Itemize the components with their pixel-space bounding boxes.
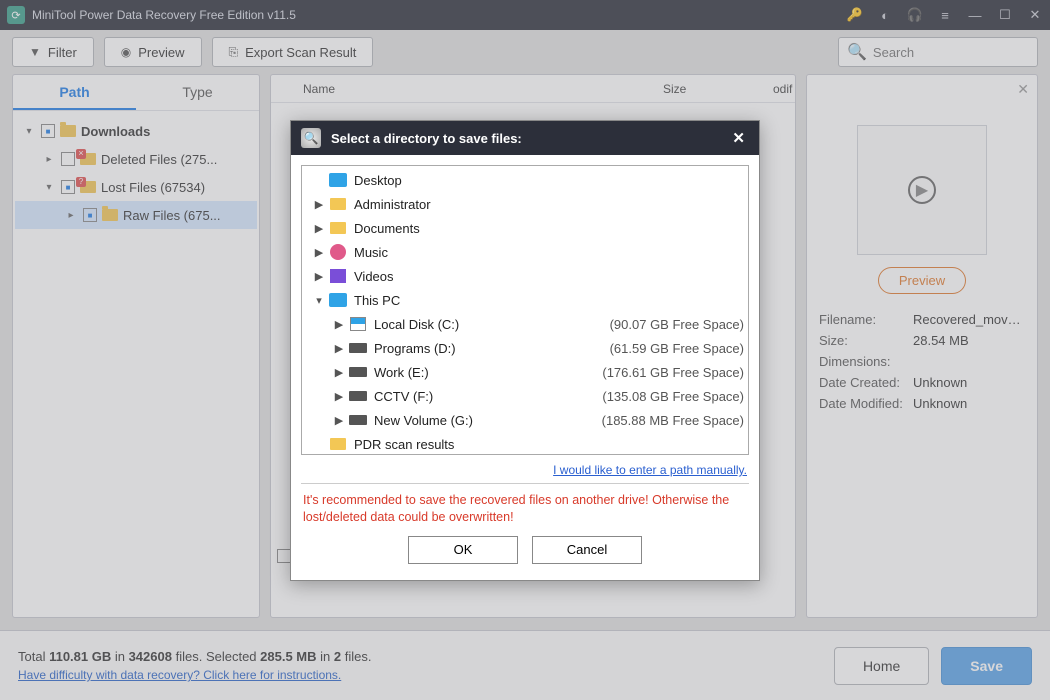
chevron-right-icon[interactable]: ▶ [330, 366, 348, 379]
directory-node[interactable]: PDR scan results [302, 432, 748, 455]
desktop-icon [328, 172, 348, 188]
cdrive-icon [348, 316, 368, 332]
directory-label: New Volume (G:) [374, 413, 596, 428]
directory-label: Music [354, 245, 748, 260]
directory-node[interactable]: ▶ Music [302, 240, 748, 264]
chevron-right-icon[interactable]: ▶ [310, 222, 328, 235]
directory-label: Local Disk (C:) [374, 317, 604, 332]
manual-path-link[interactable]: I would like to enter a path manually. [553, 463, 747, 477]
chevron-right-icon[interactable]: ▶ [310, 270, 328, 283]
drive-icon [348, 388, 368, 404]
directory-label: CCTV (F:) [374, 389, 596, 404]
directory-node[interactable]: ▶ Videos [302, 264, 748, 288]
chevron-right-icon[interactable]: ▶ [330, 318, 348, 331]
pc-icon [328, 292, 348, 308]
free-space-label: (135.08 GB Free Space) [602, 389, 748, 404]
chevron-right-icon[interactable]: ▶ [330, 390, 348, 403]
folder-icon [328, 436, 348, 452]
directory-node[interactable]: ▶ Work (E:) (176.61 GB Free Space) [302, 360, 748, 384]
directory-label: Desktop [354, 173, 748, 188]
directory-node[interactable]: ▾ This PC [302, 288, 748, 312]
directory-label: PDR scan results [354, 437, 748, 452]
chevron-down-icon[interactable]: ▾ [310, 294, 328, 307]
directory-node[interactable]: Desktop [302, 168, 748, 192]
directory-node[interactable]: ▶ Programs (D:) (61.59 GB Free Space) [302, 336, 748, 360]
free-space-label: (176.61 GB Free Space) [602, 365, 748, 380]
drive-icon [348, 364, 368, 380]
directory-node[interactable]: ▶ New Volume (G:) (185.88 MB Free Space) [302, 408, 748, 432]
dialog-close-icon[interactable]: ✕ [728, 127, 749, 149]
directory-label: Videos [354, 269, 748, 284]
directory-node[interactable]: ▶ CCTV (F:) (135.08 GB Free Space) [302, 384, 748, 408]
dialog-warning: It's recommended to save the recovered f… [303, 492, 747, 526]
folder-icon [328, 220, 348, 236]
directory-node[interactable]: ▶ Local Disk (C:) (90.07 GB Free Space) [302, 312, 748, 336]
directory-label: Documents [354, 221, 748, 236]
directory-label: Work (E:) [374, 365, 596, 380]
chevron-right-icon[interactable]: ▶ [330, 342, 348, 355]
ok-button[interactable]: OK [408, 536, 518, 564]
directory-label: This PC [354, 293, 748, 308]
dialog-title: Select a directory to save files: [331, 131, 522, 146]
cancel-button[interactable]: Cancel [532, 536, 642, 564]
directory-node[interactable]: ▶ Administrator [302, 192, 748, 216]
directory-label: Administrator [354, 197, 748, 212]
folder-icon [328, 196, 348, 212]
directory-tree[interactable]: Desktop ▶ Administrator ▶ Documents ▶ Music ▶ Vi… [301, 165, 749, 455]
free-space-label: (185.88 MB Free Space) [602, 413, 748, 428]
video-icon [328, 268, 348, 284]
drive-icon [348, 340, 368, 356]
manual-path-link-row: I would like to enter a path manually. [301, 463, 747, 477]
free-space-label: (61.59 GB Free Space) [610, 341, 748, 356]
music-icon [328, 244, 348, 260]
directory-label: Programs (D:) [374, 341, 604, 356]
chevron-right-icon[interactable]: ▶ [310, 246, 328, 259]
dialog-body: Desktop ▶ Administrator ▶ Documents ▶ Music ▶ Vi… [291, 155, 759, 580]
free-space-label: (90.07 GB Free Space) [610, 317, 748, 332]
save-directory-dialog: 🔍 Select a directory to save files: ✕ De… [290, 120, 760, 581]
dialog-titlebar: 🔍 Select a directory to save files: ✕ [291, 121, 759, 155]
chevron-right-icon[interactable]: ▶ [330, 414, 348, 427]
directory-node[interactable]: ▶ Documents [302, 216, 748, 240]
chevron-right-icon[interactable]: ▶ [310, 198, 328, 211]
drive-icon [348, 412, 368, 428]
dialog-icon: 🔍 [301, 128, 321, 148]
